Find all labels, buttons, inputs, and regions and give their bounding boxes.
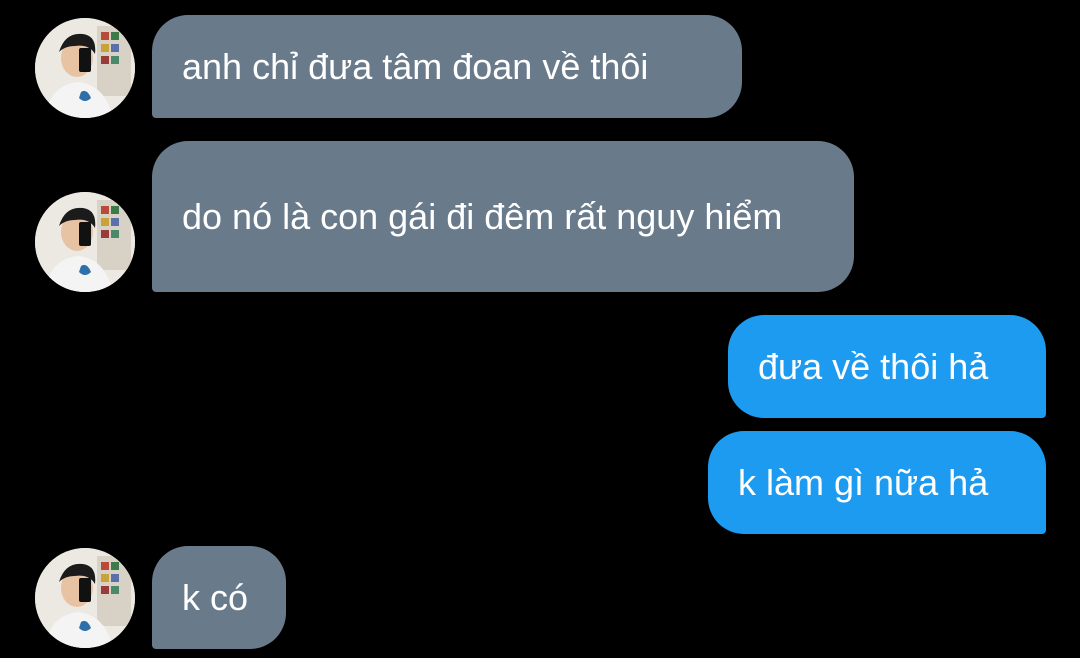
avatar-photo-icon — [35, 18, 135, 118]
chat-thread: anh chỉ đưa tâm đoan về thôi do nó là co… — [0, 0, 1080, 658]
contact-avatar[interactable] — [35, 192, 135, 292]
incoming-message[interactable]: k có — [152, 546, 286, 649]
message-text: k làm gì nữa hả — [738, 461, 989, 503]
message-text: do nó là con gái đi đêm rất nguy hiểm — [182, 195, 783, 237]
avatar-photo-icon — [35, 548, 135, 648]
contact-avatar[interactable] — [35, 18, 135, 118]
avatar-photo-icon — [35, 192, 135, 292]
message-text: anh chỉ đưa tâm đoan về thôi — [182, 45, 649, 87]
contact-avatar[interactable] — [35, 548, 135, 648]
incoming-message[interactable]: do nó là con gái đi đêm rất nguy hiểm — [152, 141, 854, 292]
incoming-message[interactable]: anh chỉ đưa tâm đoan về thôi — [152, 15, 742, 118]
outgoing-message[interactable]: k làm gì nữa hả — [708, 431, 1046, 534]
message-text: đưa về thôi hả — [758, 345, 989, 387]
message-text: k có — [182, 576, 249, 618]
outgoing-message[interactable]: đưa về thôi hả — [728, 315, 1046, 418]
